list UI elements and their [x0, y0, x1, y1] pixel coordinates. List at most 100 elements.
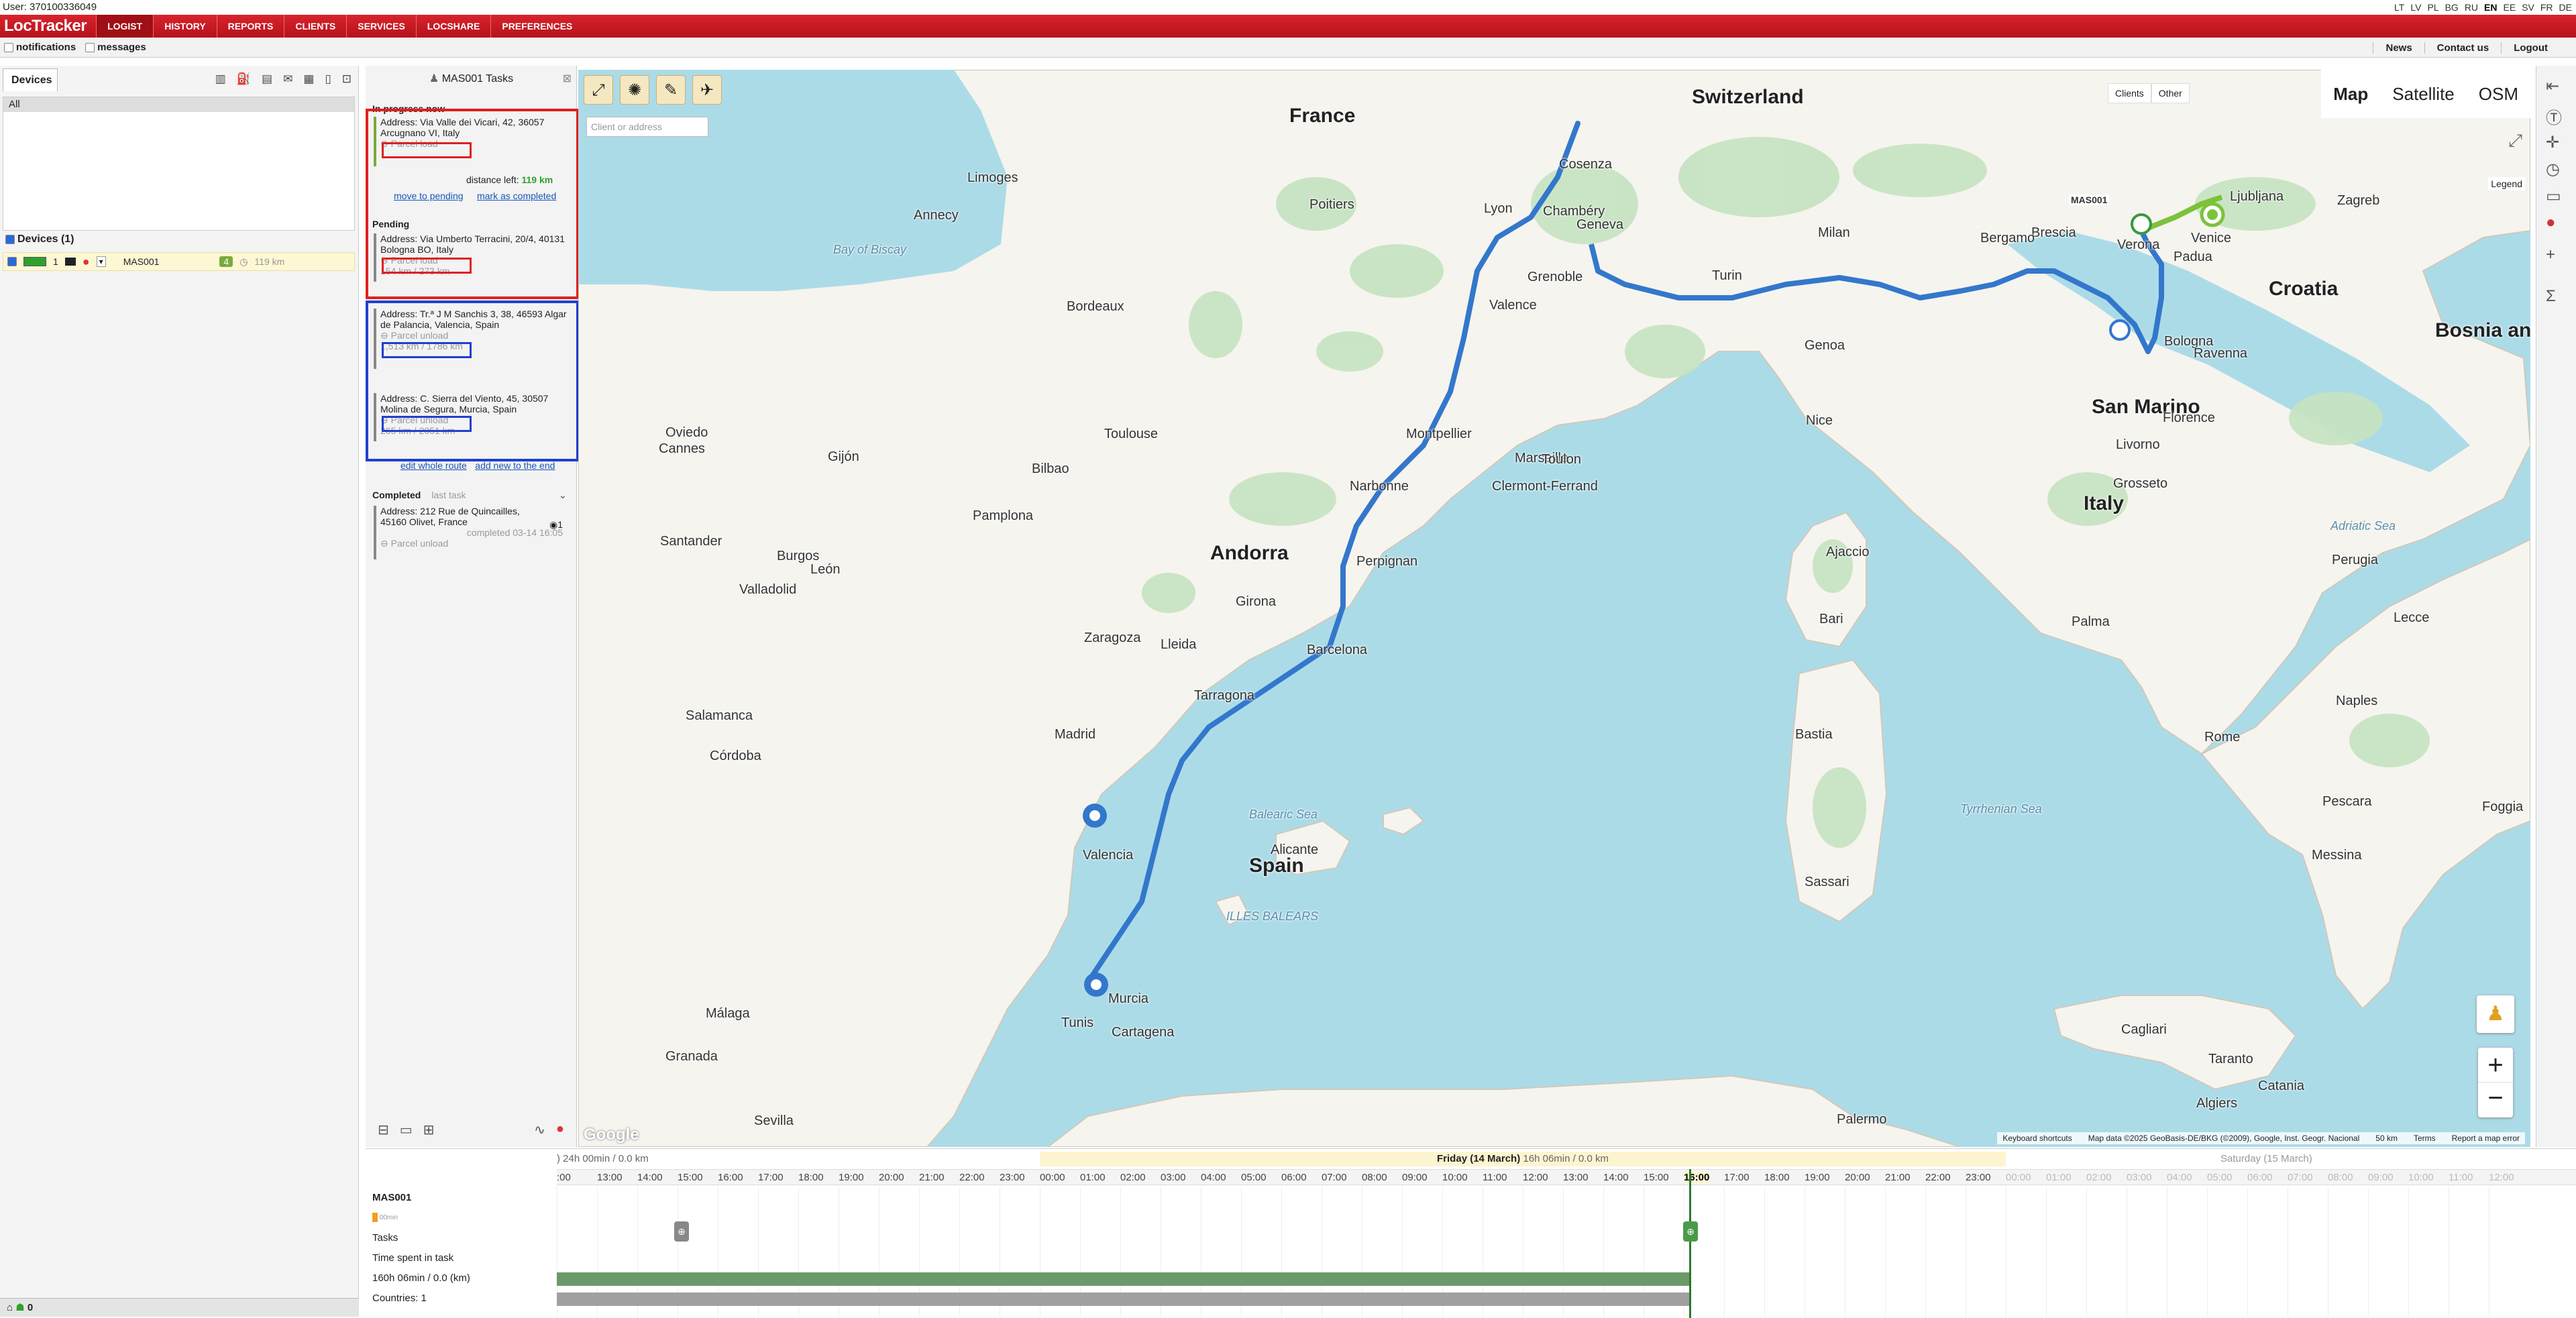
logout-link[interactable]: Logout — [2501, 42, 2560, 54]
nav-reports[interactable]: REPORTS — [216, 15, 284, 38]
map-view[interactable]: France Switzerland Croatia Bosnia and Herze… — [578, 70, 2530, 1147]
folder-icon[interactable]: ▭ — [400, 1121, 413, 1138]
ruler-icon[interactable]: ✎ — [656, 75, 686, 105]
expand-map-icon[interactable]: ⤢ — [2508, 130, 2522, 152]
tl-hour: 13:00 — [597, 1172, 623, 1183]
city-label: León — [810, 562, 841, 577]
device-row[interactable]: 1 ● ▾ MAS001 4 ◷ 119 km — [3, 252, 355, 271]
terms-link[interactable]: Terms — [2414, 1134, 2436, 1143]
crosshair-icon[interactable]: ✛ — [2546, 133, 2559, 152]
add-icon[interactable]: + — [2546, 245, 2555, 264]
lang-lv[interactable]: LV — [2410, 0, 2421, 15]
lang-en[interactable]: EN — [2484, 0, 2497, 15]
lang-sv[interactable]: SV — [2522, 0, 2534, 15]
lang-ru[interactable]: RU — [2465, 0, 2478, 15]
notifications-checkbox[interactable] — [4, 42, 13, 52]
timeline-grid[interactable]: ⊕ ⊕ — [557, 1169, 2576, 1318]
map-search-input[interactable]: Client or address — [586, 117, 708, 137]
contact-link[interactable]: Contact us — [2424, 42, 2502, 54]
route-icon[interactable]: ∿ — [534, 1121, 545, 1138]
tl-hour: 03:00 — [2127, 1172, 2152, 1183]
message-icon[interactable]: ✉ — [283, 72, 292, 86]
lang-de[interactable]: DE — [2559, 0, 2572, 15]
folder-icon[interactable]: ▭ — [2546, 186, 2561, 206]
devices-header[interactable]: Devices (1) — [5, 233, 74, 245]
device-name[interactable]: MAS001 — [123, 256, 160, 267]
tl-task-marker-1[interactable]: ⊕ — [674, 1221, 689, 1242]
devices-tab[interactable]: Devices — [3, 68, 58, 91]
nav-logist[interactable]: LOGIST — [96, 15, 154, 38]
sea-label: ILLES BALEARS — [1226, 910, 1319, 923]
pin-group-icon[interactable]: ● — [2546, 213, 2556, 232]
city-label: Clermont-Ferrand — [1492, 479, 1598, 494]
import-icon[interactable]: ⊟ — [378, 1121, 389, 1138]
text-icon[interactable]: Ⓣ — [2546, 105, 2562, 128]
app-logo[interactable]: LocTracker — [0, 17, 96, 36]
task-completed[interactable]: Address: 212 Rue de Quincailles, 45160 O… — [374, 506, 568, 559]
tl-task-marker-2[interactable]: ⊕ — [1683, 1221, 1698, 1242]
filter-all[interactable]: All — [3, 97, 354, 112]
devices-all-checkbox[interactable] — [5, 234, 15, 244]
add-new-link[interactable]: add new to the end — [475, 460, 555, 471]
expand-icon[interactable]: ⊡ — [342, 72, 352, 86]
route-tool-icon[interactable]: ✈ — [692, 75, 722, 105]
notifications-label[interactable]: notifications — [16, 42, 76, 53]
vehicle-marker-label[interactable]: MAS001 — [2069, 195, 2110, 205]
fullscreen-icon[interactable]: ⤢ — [584, 75, 613, 105]
city-label: Florence — [2163, 410, 2215, 425]
legend-button[interactable]: Legend — [2488, 177, 2525, 190]
zoom-in-button[interactable]: + — [2478, 1048, 2513, 1083]
history-icon[interactable]: ◷ — [2546, 160, 2560, 179]
home-icon[interactable]: ⌂ — [7, 1302, 13, 1313]
traffic-icon[interactable]: ✺ — [620, 75, 649, 105]
nav-preferences[interactable]: PREFERENCES — [490, 15, 583, 38]
nav-clients[interactable]: CLIENTS — [284, 15, 346, 38]
collapse-icon[interactable]: ⇤ — [2546, 76, 2559, 96]
truck-icon[interactable]: ▤ — [262, 72, 272, 86]
lang-bg[interactable]: BG — [2445, 0, 2459, 15]
messages-checkbox[interactable] — [85, 42, 95, 52]
filter-other[interactable]: Other — [2151, 83, 2190, 103]
close-icon[interactable]: ⊠ — [563, 66, 572, 93]
report-error-link[interactable]: Report a map error — [2452, 1134, 2520, 1143]
dropdown-icon[interactable]: ▾ — [96, 256, 106, 267]
day-current[interactable]: Friday (14 March) 16h 06min / 0.0 km — [1040, 1152, 2006, 1166]
lang-ee[interactable]: EE — [2504, 0, 2516, 15]
tl-gridline — [1885, 1187, 1886, 1317]
city-label: Zagreb — [2337, 193, 2380, 208]
filter-clients[interactable]: Clients — [2108, 83, 2151, 103]
messages-label[interactable]: messages — [97, 42, 146, 53]
footer-count: 0 — [27, 1302, 34, 1313]
lang-fr[interactable]: FR — [2540, 0, 2553, 15]
map-canvas[interactable] — [578, 70, 2530, 1147]
chart-icon[interactable]: ▥ — [215, 72, 226, 86]
nav-locshare[interactable]: LOCSHARE — [415, 15, 491, 38]
nav-history[interactable]: HISTORY — [153, 15, 216, 38]
keyboard-shortcuts[interactable]: Keyboard shortcuts — [2002, 1134, 2072, 1143]
chevron-down-icon[interactable]: ⌄ — [559, 490, 567, 501]
tl-hour: 23:00 — [1000, 1172, 1025, 1183]
device-checkbox[interactable] — [7, 257, 17, 266]
street-view-icon[interactable]: ♟ — [2477, 995, 2514, 1033]
map-type-satellite[interactable]: Satellite — [2380, 70, 2467, 118]
map-type-map[interactable]: Map — [2321, 70, 2380, 118]
edit-route-link[interactable]: edit whole route — [400, 460, 467, 471]
tl-activity-bar[interactable] — [557, 1272, 1690, 1286]
export-icon[interactable]: ⊞ — [423, 1121, 435, 1138]
completed-label[interactable]: Completed last task ⌄ — [372, 490, 567, 500]
lang-lt[interactable]: LT — [2394, 0, 2404, 15]
zoom-out-button[interactable]: − — [2478, 1083, 2513, 1117]
devices-panel: Devices ▥ ⛽ ▤ ✉ ▦ ▯ ⊡ All Devices (1) 1 … — [0, 66, 359, 1317]
sum-icon[interactable]: Σ — [2546, 287, 2556, 306]
map-type-osm[interactable]: OSM — [2467, 70, 2530, 118]
clipboard-icon[interactable]: ▦ — [303, 72, 314, 86]
map-pin-icon[interactable]: ● — [556, 1121, 564, 1138]
scale[interactable]: 50 km — [2375, 1134, 2398, 1143]
fuel-icon[interactable]: ⛽ — [237, 72, 251, 86]
tl-country-bar[interactable] — [557, 1293, 1690, 1306]
lang-pl[interactable]: PL — [2427, 0, 2438, 15]
news-link[interactable]: News — [2373, 42, 2424, 54]
country-label: Croatia — [2269, 278, 2339, 300]
nav-services[interactable]: SERVICES — [346, 15, 416, 38]
phone-icon[interactable]: ▯ — [325, 72, 331, 86]
